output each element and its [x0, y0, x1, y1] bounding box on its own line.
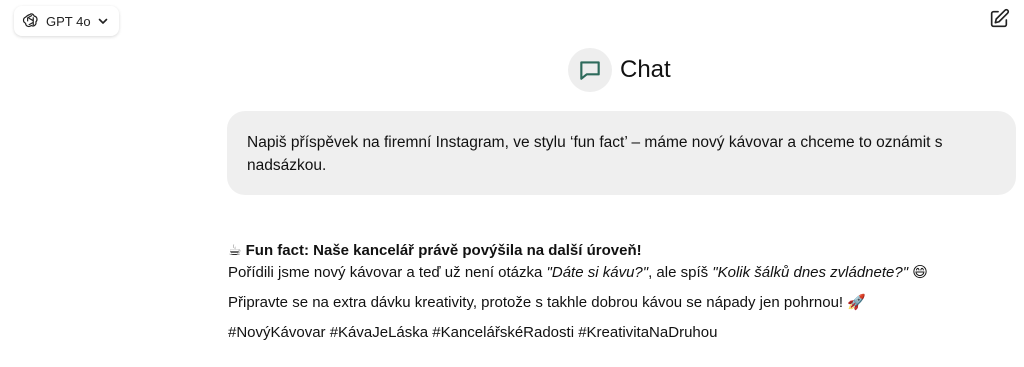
reply-paragraph-2-text: Připravte se na extra dávku kreativity, … — [228, 294, 844, 311]
openai-logo-icon — [22, 12, 40, 30]
user-message: Napiš příspěvek na firemní Instagram, ve… — [227, 111, 1016, 195]
reply-heading-text: Fun fact: Naše kancelář právě povýšila n… — [245, 242, 642, 259]
new-chat-button[interactable] — [986, 8, 1012, 34]
reply-hashtags: #NovýKávovar #KávaJeLáska #KancelářskéRa… — [228, 324, 718, 341]
page-title: Chat — [620, 56, 671, 83]
chat-header: Chat — [568, 48, 671, 92]
reply-line-1-part-a: Pořídili jsme nový kávovar a teď už není… — [228, 264, 547, 281]
reply-quote-2: "Kolik šálků dnes zvládnete?" — [712, 264, 909, 281]
reply-quote-1: "Dáte si kávu?" — [546, 264, 649, 281]
coffee-emoji-icon: ☕ — [228, 242, 242, 259]
model-selector-button[interactable]: GPT 4o — [14, 6, 119, 36]
assistant-message: ☕ Fun fact: Naše kancelář právě povýšila… — [228, 240, 988, 344]
grin-emoji-icon: 😄 — [912, 264, 928, 281]
chevron-down-icon — [97, 15, 109, 27]
model-selector-label: GPT 4o — [46, 13, 91, 29]
reply-paragraph-2: Připravte se na extra dávku kreativity, … — [228, 292, 988, 314]
rocket-emoji-icon: 🚀 — [847, 294, 866, 311]
chat-bubble-icon — [568, 48, 612, 92]
reply-line-1: Pořídili jsme nový kávovar a teď už není… — [228, 262, 988, 284]
reply-heading: ☕ Fun fact: Naše kancelář právě povýšila… — [228, 240, 988, 262]
user-message-text: Napiš příspěvek na firemní Instagram, ve… — [247, 134, 943, 174]
new-chat-icon — [988, 8, 1010, 35]
reply-line-1-part-b: , ale spíš — [648, 264, 713, 281]
